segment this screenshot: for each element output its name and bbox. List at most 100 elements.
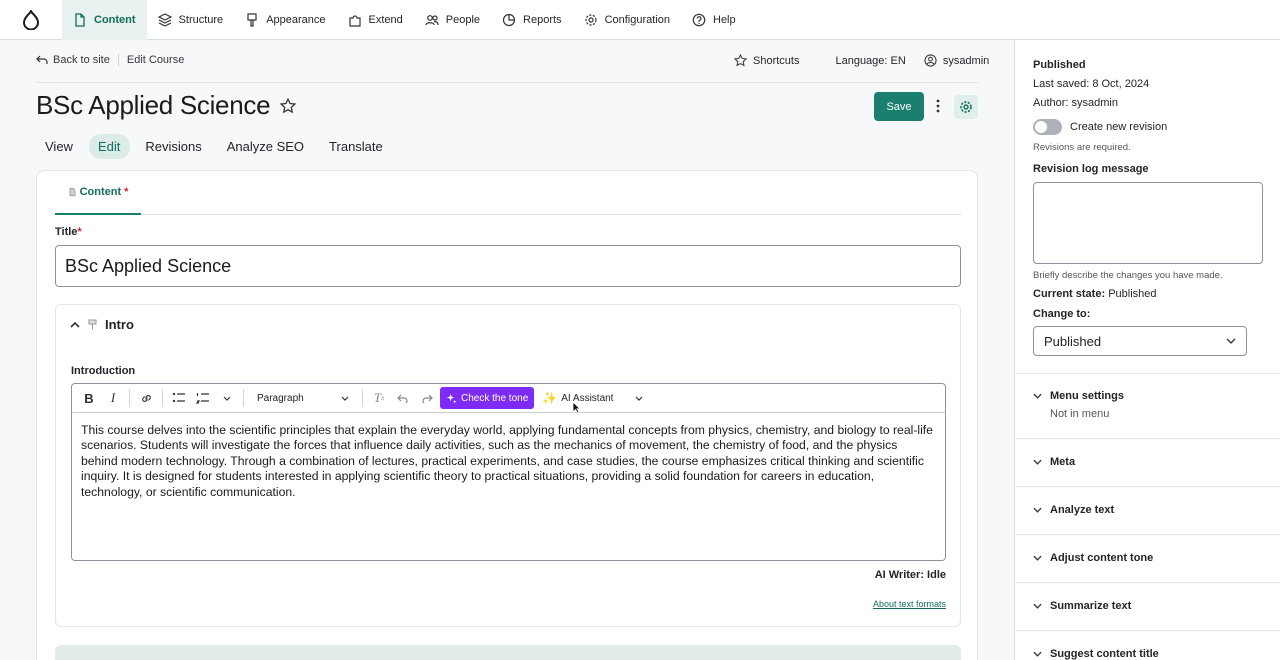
revision-log-textarea[interactable] — [1033, 182, 1263, 264]
tab-revisions[interactable]: Revisions — [136, 134, 211, 159]
accordion-title: Summarize text — [1033, 600, 1131, 612]
toolbar-item-help[interactable]: Help — [681, 0, 747, 40]
accordion-title: Menu settings — [1033, 390, 1124, 402]
accordion-meta[interactable]: Meta — [1015, 438, 1280, 486]
drupal-logo-icon[interactable] — [0, 0, 62, 40]
change-to-value: Published — [1044, 333, 1102, 349]
user-menu[interactable]: sysadmin — [924, 54, 989, 67]
change-to-label: Change to: — [1033, 308, 1091, 320]
format-select-value: Paragraph — [257, 392, 304, 404]
gear-icon — [584, 13, 597, 26]
toolbar-item-content[interactable]: Content — [62, 0, 147, 40]
accordion-title: Meta — [1033, 456, 1075, 468]
page-title-text: BSc Applied Science — [36, 90, 271, 120]
document-icon — [75, 12, 85, 27]
check-the-tone-button[interactable]: Check the tone — [440, 387, 535, 409]
tab-analyze-seo[interactable]: Analyze SEO — [218, 134, 314, 159]
toolbar-label: Appearance — [266, 13, 326, 26]
form-tab-content[interactable]: Content * — [55, 171, 141, 215]
accordion-analyze-text[interactable]: Analyze text — [1015, 486, 1280, 534]
toolbar-label: Content — [94, 13, 136, 26]
ai-assistant-button[interactable]: ✨ AI Assistant — [536, 391, 649, 405]
user-icon — [924, 54, 937, 67]
revision-log-hint: Briefly describe the changes you have ma… — [1033, 270, 1223, 281]
toolbar-separator — [362, 389, 363, 407]
save-button[interactable]: Save — [874, 92, 924, 121]
required-mark: * — [77, 226, 82, 238]
toolbar-item-extend[interactable]: Extend — [337, 0, 414, 40]
accordion-suggest-content-title[interactable]: Suggest content title — [1015, 630, 1280, 660]
bulleted-list-icon[interactable] — [168, 387, 190, 409]
about-text-formats-link[interactable]: About text formats — [873, 599, 946, 609]
toolbar-label: Extend — [368, 13, 403, 26]
change-to-select[interactable]: Published — [1033, 326, 1247, 356]
shortcuts-link[interactable]: Shortcuts — [734, 54, 799, 67]
accordion-title-text: Menu settings — [1050, 390, 1124, 402]
remove-format-icon[interactable]: Tx — [368, 387, 390, 409]
title-label-text: Title — [55, 226, 78, 238]
meta-sidebar: Published Last saved: 8 Oct, 2024 Author… — [1014, 40, 1280, 660]
layers-icon — [157, 12, 172, 27]
bold-icon[interactable]: B — [78, 387, 100, 409]
more-actions-icon[interactable] — [930, 96, 946, 116]
star-icon — [734, 54, 747, 67]
accordion-summarize-text[interactable]: Summarize text — [1015, 582, 1280, 630]
undo-icon[interactable] — [392, 387, 414, 409]
toolbar-item-reports[interactable]: Reports — [491, 0, 573, 40]
language-switcher[interactable]: Language: EN — [835, 55, 905, 67]
chevron-down-icon — [1033, 393, 1042, 399]
toolbar-item-people[interactable]: People — [414, 0, 491, 40]
puzzle-icon — [348, 14, 361, 27]
tab-edit[interactable]: Edit — [88, 134, 131, 159]
paragraph-format-select[interactable]: Paragraph — [253, 393, 353, 404]
introduction-label: Introduction — [71, 365, 136, 377]
favorite-star-icon[interactable] — [280, 97, 297, 114]
chevron-down-icon[interactable] — [216, 387, 238, 409]
chevron-up-icon — [70, 321, 80, 328]
toolbar-label: Reports — [523, 13, 562, 26]
publish-status: Published — [1033, 59, 1086, 71]
rich-text-editor: B I Paragraph Tx Check the tone ✨ AI Ass… — [71, 383, 946, 561]
toolbar-item-appearance[interactable]: Appearance — [234, 0, 336, 40]
ai-writer-status: AI Writer: Idle — [874, 569, 946, 581]
link-icon[interactable] — [135, 387, 157, 409]
toolbar-item-structure[interactable]: Structure — [147, 0, 235, 40]
tone-button-label: Check the tone — [461, 392, 529, 404]
editor-content[interactable]: This course delves into the scientific p… — [72, 413, 945, 510]
settings-gear-button[interactable] — [954, 95, 978, 119]
next-section-collapsed[interactable] — [55, 645, 961, 660]
toolbar-item-configuration[interactable]: Configuration — [573, 0, 681, 40]
last-saved: Last saved: 8 Oct, 2024 — [1033, 78, 1150, 90]
chart-icon — [502, 13, 516, 26]
tab-view[interactable]: View — [36, 134, 83, 159]
author: Author: sysadmin — [1033, 97, 1118, 109]
accordion-title: Suggest content title — [1033, 648, 1159, 660]
main-region: Back to site Edit Course Shortcuts Langu… — [0, 40, 1014, 660]
accordion-adjust-content-tone[interactable]: Adjust content tone — [1015, 534, 1280, 582]
toolbar-separator — [129, 389, 130, 407]
local-tasks-tabs: View Edit Revisions Analyze SEO Translat… — [36, 134, 393, 159]
accordion-menu-settings[interactable]: Menu settings Not in menu — [1015, 373, 1280, 438]
create-revision-toggle[interactable] — [1033, 119, 1062, 135]
italic-icon[interactable]: I — [102, 387, 124, 409]
user-name: sysadmin — [942, 54, 990, 67]
intro-details: Intro Introduction B I Paragraph T x Che… — [55, 304, 961, 627]
publish-meta: Published Last saved: 8 Oct, 2024 Author… — [1033, 56, 1149, 113]
accordion-subtitle: Not in menu — [1050, 408, 1110, 420]
chevron-down-icon — [1033, 555, 1042, 561]
intro-summary[interactable]: Intro — [70, 317, 134, 332]
create-revision-label: Create new revision — [1070, 121, 1168, 133]
back-to-site-link[interactable]: Back to site — [36, 54, 119, 66]
redo-icon[interactable] — [416, 387, 438, 409]
intro-summary-label: Intro — [105, 317, 134, 332]
chevron-down-icon — [636, 396, 643, 401]
chevron-down-icon — [1033, 507, 1042, 513]
numbered-list-icon[interactable] — [192, 387, 214, 409]
mouse-cursor-icon — [572, 401, 581, 417]
revision-toggle-row: Create new revision — [1033, 119, 1167, 135]
title-input[interactable] — [55, 245, 961, 287]
tab-translate[interactable]: Translate — [320, 134, 393, 159]
chevron-down-icon — [1033, 459, 1042, 465]
chevron-down-icon — [1033, 651, 1042, 657]
chevron-down-icon — [1033, 603, 1042, 609]
